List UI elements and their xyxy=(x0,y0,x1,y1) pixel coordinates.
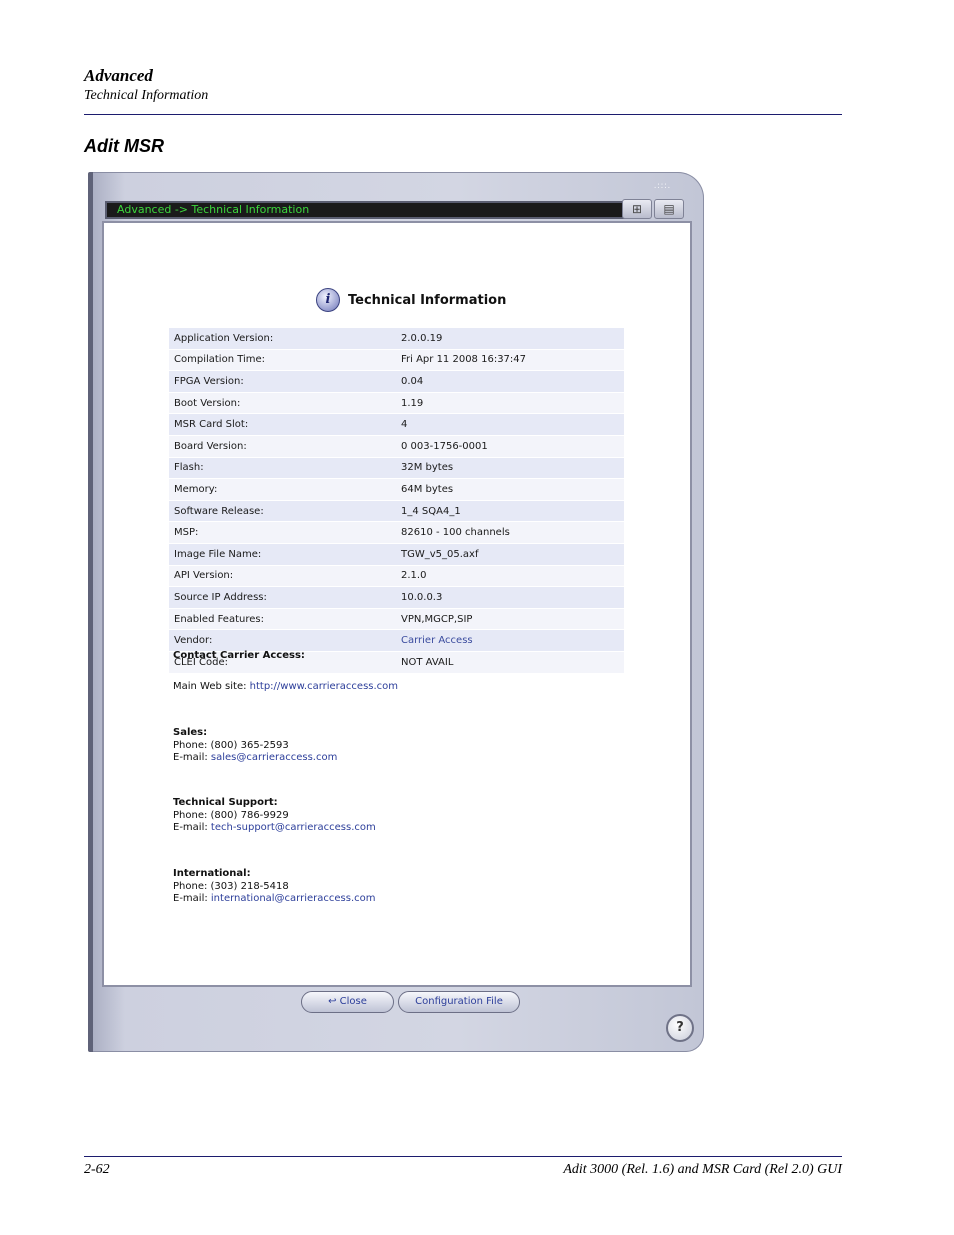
table-row: Compilation Time: Fri Apr 11 2008 16:37:4… xyxy=(169,349,624,372)
row-value: 82610 - 100 channels xyxy=(396,521,624,544)
header-rule xyxy=(84,114,842,115)
app-window: .:::. Advanced -> Technical Information … xyxy=(88,172,704,1052)
table-row: Board Version: 0 003-1756-0001 xyxy=(169,435,624,458)
contact-heading: Contact Carrier Access: xyxy=(173,650,305,661)
row-value: NOT AVAIL xyxy=(396,651,624,674)
support-email-label: E-mail: xyxy=(173,822,211,833)
international-phone: Phone: (303) 218-5418 xyxy=(173,880,289,892)
support-email-link[interactable]: tech-support@carrieraccess.com xyxy=(211,822,376,833)
row-value: 1_4 SQA4_1 xyxy=(396,500,624,523)
row-label: Enabled Features: xyxy=(169,608,396,631)
section-subheading: Technical Information xyxy=(84,88,209,103)
chapter-heading: Advanced xyxy=(84,66,153,85)
info-icon: i xyxy=(316,288,340,312)
row-label: Compilation Time: xyxy=(169,349,396,372)
row-value: 10.0.0.3 xyxy=(396,586,624,609)
page-number: 2-62 xyxy=(84,1162,110,1177)
sales-email-label: E-mail: xyxy=(173,752,211,763)
support-block: Technical Support: Phone: (800) 786-9929… xyxy=(173,797,376,835)
table-row: API Version: 2.1.0 xyxy=(169,565,624,588)
table-row: Application Version: 2.0.0.19 xyxy=(169,328,624,350)
close-button-label: Close xyxy=(339,996,367,1007)
row-label: MSP: xyxy=(169,521,396,544)
table-row: MSP: 82610 - 100 channels xyxy=(169,521,624,544)
row-label: Board Version: xyxy=(169,435,396,458)
website-label: Main Web site: xyxy=(173,681,250,692)
table-row: Boot Version: 1.19 xyxy=(169,392,624,415)
row-label: Image File Name: xyxy=(169,543,396,566)
row-value: 1.19 xyxy=(396,392,624,415)
row-value: 0 003-1756-0001 xyxy=(396,435,624,458)
technical-info-table: Application Version: 2.0.0.19 Compilation … xyxy=(169,328,624,674)
website-line: Main Web site: http://www.carrieraccess.… xyxy=(173,681,398,694)
row-value: 0.04 xyxy=(396,370,624,393)
row-label: Boot Version: xyxy=(169,392,396,415)
table-row: Enabled Features: VPN,MGCP,SIP xyxy=(169,608,624,631)
footer-rule xyxy=(84,1156,842,1157)
support-heading: Technical Support: xyxy=(173,797,278,808)
content-panel: i Technical Information Application Vers… xyxy=(102,221,692,1013)
close-button[interactable]: ↩ Close xyxy=(301,991,394,1013)
sales-heading: Sales: xyxy=(173,727,208,738)
international-email-label: E-mail: xyxy=(173,893,211,904)
row-value: 2.1.0 xyxy=(396,565,624,588)
website-link[interactable]: http://www.carrieraccess.com xyxy=(250,681,398,692)
row-value: 64M bytes xyxy=(396,478,624,501)
row-label: Vendor: xyxy=(169,629,396,652)
support-phone: Phone: (800) 786-9929 xyxy=(173,809,289,821)
panel-title: Technical Information xyxy=(348,293,507,308)
row-value: 32M bytes xyxy=(396,457,624,480)
table-row: FPGA Version: 0.04 xyxy=(169,370,624,393)
breadcrumb: Advanced -> Technical Information xyxy=(105,201,633,219)
configuration-file-button[interactable]: Configuration File xyxy=(398,991,520,1013)
window-grip-icon[interactable]: .:::. xyxy=(654,180,671,190)
row-label: Memory: xyxy=(169,478,396,501)
table-row: Flash: 32M bytes xyxy=(169,457,624,480)
row-label: Application Version: xyxy=(169,328,396,350)
tree-view-icon[interactable]: ⊞ xyxy=(622,199,652,219)
row-label: MSR Card Slot: xyxy=(169,413,396,436)
contact-block: Contact Carrier Access: xyxy=(173,650,305,663)
table-row: Software Release: 1_4 SQA4_1 xyxy=(169,500,624,523)
international-email-link[interactable]: international@carrieraccess.com xyxy=(211,893,376,904)
row-label: FPGA Version: xyxy=(169,370,396,393)
row-label: API Version: xyxy=(169,565,396,588)
list-view-icon[interactable]: ▤ xyxy=(654,199,684,219)
sales-block: Sales: Phone: (800) 365-2593 E-mail: sal… xyxy=(173,727,337,765)
table-row: Image File Name: TGW_v5_05.axf xyxy=(169,543,624,566)
international-block: International: Phone: (303) 218-5418 E-m… xyxy=(173,868,376,906)
table-row: MSR Card Slot: 4 xyxy=(169,413,624,436)
row-value: VPN,MGCP,SIP xyxy=(396,608,624,631)
row-label: Source IP Address: xyxy=(169,586,396,609)
row-label: Flash: xyxy=(169,457,396,480)
international-heading: International: xyxy=(173,868,251,879)
sales-email-link[interactable]: sales@carrieraccess.com xyxy=(211,752,337,763)
table-row: Vendor: Carrier Access xyxy=(169,629,624,652)
table-row: Memory: 64M bytes xyxy=(169,478,624,501)
document-title: Adit 3000 (Rel. 1.6) and MSR Card (Rel 2… xyxy=(563,1162,842,1177)
table-row: Source IP Address: 10.0.0.3 xyxy=(169,586,624,609)
sales-phone: Phone: (800) 365-2593 xyxy=(173,739,289,751)
row-value: Fri Apr 11 2008 16:37:47 xyxy=(396,349,624,372)
row-value: TGW_v5_05.axf xyxy=(396,543,624,566)
row-value: 4 xyxy=(396,413,624,436)
row-value[interactable]: Carrier Access xyxy=(396,629,624,652)
row-label: Software Release: xyxy=(169,500,396,523)
help-icon[interactable]: ? xyxy=(666,1014,694,1042)
back-arrow-icon: ↩ xyxy=(328,996,337,1007)
section-title: Adit MSR xyxy=(84,136,164,156)
row-value: 2.0.0.19 xyxy=(396,328,624,350)
